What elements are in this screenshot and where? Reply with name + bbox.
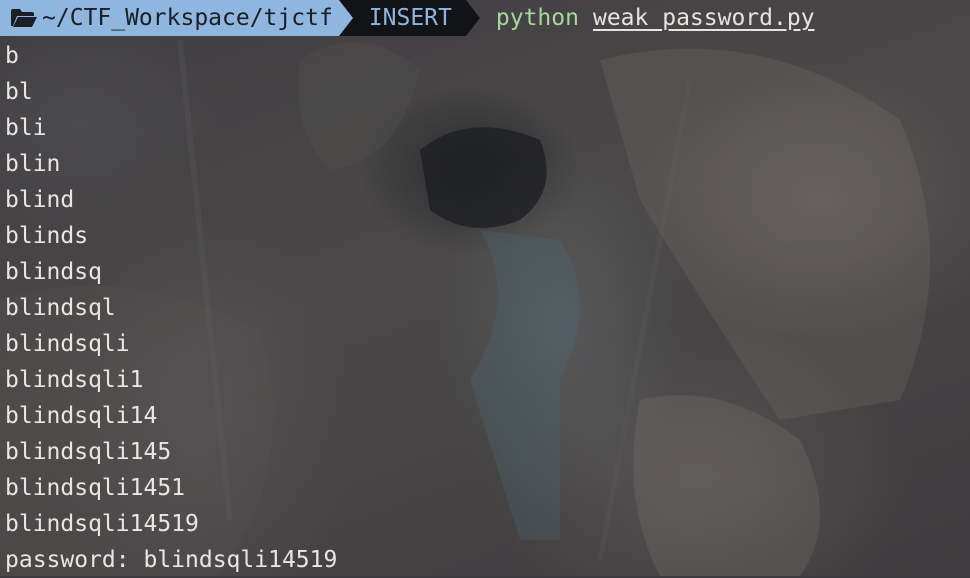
powerline-separator (338, 0, 353, 36)
terminal-output: b bl bli blin blind blinds blindsq blind… (5, 38, 337, 578)
output-line: blindsq (5, 259, 102, 285)
output-line: bl (5, 79, 33, 105)
output-line: b (5, 43, 19, 69)
output-line: blindsqli14 (5, 403, 158, 429)
command-line[interactable]: python weak_password.py (496, 0, 815, 36)
output-line: blindsqli145 (5, 439, 172, 465)
path-segment: ~/CTF_Workspace/tjctf (0, 0, 339, 36)
shell-prompt: ~/CTF_Workspace/tjctf INSERT python weak… (0, 0, 970, 36)
folder-open-icon (11, 9, 37, 27)
command-name: python (495, 5, 579, 31)
vi-mode-indicator: INSERT (352, 0, 466, 36)
output-line: blind (5, 187, 75, 213)
command-argument: weak_password.py (592, 5, 815, 31)
vi-mode-label: INSERT (368, 5, 452, 31)
password-result-line: password: blindsqli14519 (5, 547, 338, 573)
output-line: blindsqli1451 (5, 475, 186, 501)
output-line: blinds (5, 223, 89, 249)
output-line: blindsqli (5, 331, 130, 357)
output-line: blin (5, 151, 61, 177)
output-line: bli (5, 115, 47, 141)
output-line: blindsqli1 (5, 367, 144, 393)
current-path: ~/CTF_Workspace/tjctf (42, 5, 333, 31)
output-line: blindsqli14519 (5, 511, 199, 537)
output-line: blindsql (5, 295, 116, 321)
powerline-separator (465, 0, 480, 36)
